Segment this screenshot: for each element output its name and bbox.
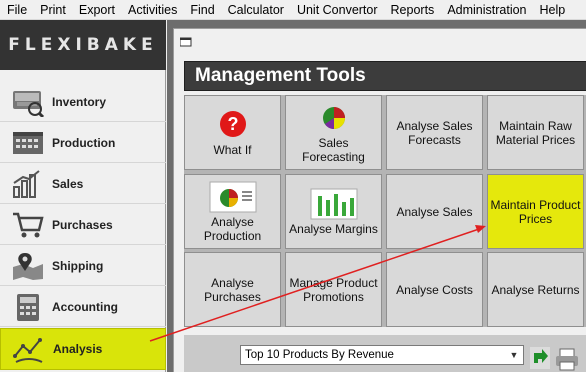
question-icon: ? <box>209 109 257 141</box>
map-pin-icon <box>10 250 46 282</box>
go-arrow-icon[interactable] <box>530 347 550 369</box>
chevron-down-icon: ▼ <box>509 350 519 360</box>
bar-chart-icon <box>310 188 358 220</box>
sidebar-item-inventory[interactable]: Inventory <box>0 82 166 122</box>
app-logo: FLEXIBAKE <box>0 20 166 70</box>
production-icon <box>10 127 46 159</box>
sales-icon <box>10 168 46 200</box>
menu-unit-convertor[interactable]: Unit Convertor <box>290 0 384 20</box>
tile-analyse-margins[interactable]: Analyse Margins <box>285 174 382 249</box>
page-title: Management Tools <box>195 65 366 86</box>
page-title-bar: Management Tools <box>184 61 586 91</box>
tile-analyse-production[interactable]: Analyse Production <box>184 174 281 249</box>
sidebar-item-production[interactable]: Production <box>0 123 166 163</box>
report-panel: Top 10 Products By Revenue ▼ <box>184 335 586 372</box>
report-chart-icon <box>209 181 257 213</box>
sidebar-label-analysis: Analysis <box>53 342 103 356</box>
sidebar-item-accounting[interactable]: Accounting <box>0 287 166 327</box>
menu-find[interactable]: Find <box>183 0 220 20</box>
report-select[interactable]: Top 10 Products By Revenue ▼ <box>240 345 524 365</box>
analysis-icon <box>11 333 47 365</box>
tile-analyse-sales-forecasts[interactable]: Analyse Sales Forecasts <box>386 95 483 170</box>
pie-chart-icon <box>310 102 358 134</box>
window-icon <box>180 37 192 47</box>
sidebar-label-production: Production <box>52 135 116 150</box>
sidebar-label-inventory: Inventory <box>52 94 107 109</box>
menu-export[interactable]: Export <box>72 0 121 20</box>
sidebar-item-sales[interactable]: Sales <box>0 164 166 204</box>
tile-manage-product-promotions[interactable]: Manage Product Promotions <box>285 252 382 327</box>
tile-analyse-sales[interactable]: Analyse Sales <box>386 174 483 249</box>
sidebar-item-purchases[interactable]: Purchases <box>0 205 166 245</box>
menu-calculator[interactable]: Calculator <box>221 0 290 20</box>
svg-text:?: ? <box>227 114 238 134</box>
menu-administration[interactable]: Administration <box>440 0 532 20</box>
tile-what-if[interactable]: ? What If <box>184 95 281 170</box>
tool-grid: ? What If Sales Forecasting Analyse Sale… <box>184 95 586 327</box>
sidebar-item-analysis[interactable]: Analysis <box>0 328 166 370</box>
tile-analyse-purchases[interactable]: Analyse Purchases <box>184 252 281 327</box>
tile-analyse-costs[interactable]: Analyse Costs <box>386 252 483 327</box>
tile-sales-forecasting[interactable]: Sales Forecasting <box>285 95 382 170</box>
print-icon[interactable] <box>554 347 580 371</box>
tile-analyse-returns[interactable]: Analyse Returns <box>487 252 584 327</box>
sidebar-label-sales: Sales <box>52 176 84 191</box>
tile-maintain-raw-material-prices[interactable]: Maintain Raw Material Prices <box>487 95 584 170</box>
sidebar-label-shipping: Shipping <box>52 258 104 273</box>
menu-activities[interactable]: Activities <box>121 0 183 20</box>
management-window: Management Tools ? What If Sales Forecas… <box>173 28 586 372</box>
tile-maintain-product-prices[interactable]: Maintain Product Prices <box>487 174 584 249</box>
menu-print[interactable]: Print <box>33 0 72 20</box>
sidebar-label-purchases: Purchases <box>52 217 113 232</box>
main-area: Management Tools ? What If Sales Forecas… <box>167 20 586 372</box>
sidebar-label-accounting: Accounting <box>52 299 118 314</box>
sidebar: FLEXIBAKE Inventory Production Sales Pur… <box>0 20 166 372</box>
menu-file[interactable]: File <box>0 0 33 20</box>
cart-icon <box>10 209 46 241</box>
sidebar-item-shipping[interactable]: Shipping <box>0 246 166 286</box>
menu-help[interactable]: Help <box>533 0 572 20</box>
menu-bar: File Print Export Activities Find Calcul… <box>0 0 586 20</box>
inventory-icon <box>10 86 46 118</box>
menu-reports[interactable]: Reports <box>384 0 441 20</box>
calculator-icon <box>10 291 46 323</box>
